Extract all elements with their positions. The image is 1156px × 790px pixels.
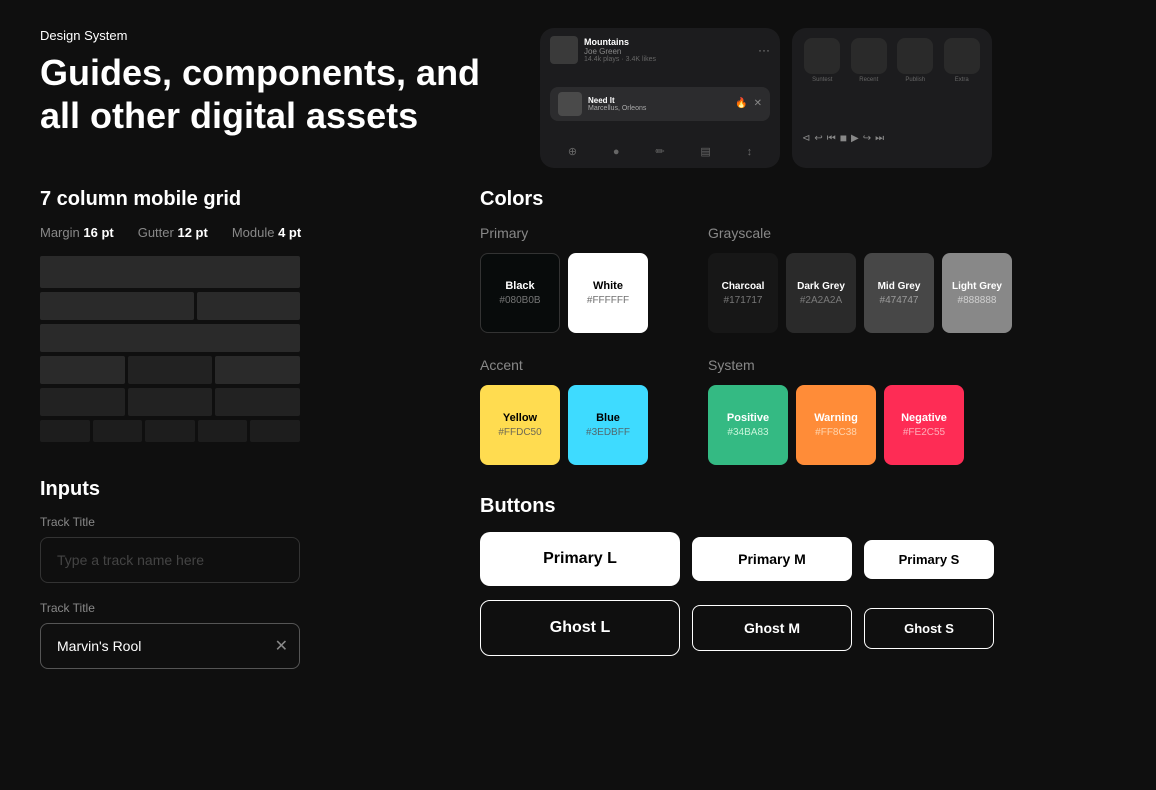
grayscale-swatches: Charcoal #171717 Dark Grey #2A2A2A Mid G… xyxy=(708,253,1012,333)
grid-screen-mockup: Suntest Recent Publish Extra ⊲ ↩ ⏮ xyxy=(792,28,992,168)
grid-section-title: 7 column mobile grid xyxy=(40,188,400,211)
colors-section-title: Colors xyxy=(480,188,1116,211)
primary-l-button[interactable]: Primary L xyxy=(480,532,680,586)
warning-swatch: Warning #FF8C38 xyxy=(796,385,876,465)
music-player-mockup: Mountains Joe Green 14.4k plays · 3.4K l… xyxy=(540,28,780,168)
primary-s-button[interactable]: Primary S xyxy=(864,540,994,579)
track-title-input-empty[interactable] xyxy=(40,537,300,583)
mid-grey-swatch: Mid Grey #474747 xyxy=(864,253,934,333)
yellow-swatch: Yellow #FFDC50 xyxy=(480,385,560,465)
track-title-input-filled[interactable] xyxy=(40,623,300,669)
buttons-section-title: Buttons xyxy=(480,495,1116,518)
track-title-label2: Track Title xyxy=(40,601,400,615)
mobile-grid-visual xyxy=(40,256,300,442)
dark-grey-swatch: Dark Grey #2A2A2A xyxy=(786,253,856,333)
positive-swatch: Positive #34BA83 xyxy=(708,385,788,465)
design-system-label: Design System xyxy=(40,28,500,43)
system-color-label: System xyxy=(708,357,1012,373)
grayscale-color-label: Grayscale xyxy=(708,225,1012,241)
accent-swatches: Yellow #FFDC50 Blue #3EDBFF xyxy=(480,385,648,465)
inputs-section-title: Inputs xyxy=(40,478,400,501)
ghost-l-button[interactable]: Ghost L xyxy=(480,600,680,656)
charcoal-swatch: Charcoal #171717 xyxy=(708,253,778,333)
black-swatch: Black #080B0B xyxy=(480,253,560,333)
ghost-buttons-row: Ghost L Ghost M Ghost S xyxy=(480,600,1116,656)
ghost-m-button[interactable]: Ghost M xyxy=(692,605,852,651)
primary-swatches: Black #080B0B White #FFFFFF xyxy=(480,253,648,333)
white-swatch: White #FFFFFF xyxy=(568,253,648,333)
light-grey-swatch: Light Grey #888888 xyxy=(942,253,1012,333)
ghost-s-button[interactable]: Ghost S xyxy=(864,608,994,649)
blue-swatch: Blue #3EDBFF xyxy=(568,385,648,465)
grid-specs: Margin 16 pt Gutter 12 pt Module 4 pt xyxy=(40,225,400,240)
buttons-grid: Primary L Primary M Primary S Ghost L Gh… xyxy=(480,532,1116,656)
track-title-group-filled: Track Title ✕ xyxy=(40,601,400,669)
clear-input-button[interactable]: ✕ xyxy=(275,636,288,656)
accent-color-label: Accent xyxy=(480,357,648,373)
main-title: Guides, components, and all other digita… xyxy=(40,51,500,137)
primary-m-button[interactable]: Primary M xyxy=(692,537,852,581)
track-title-input-wrapper: ✕ xyxy=(40,623,300,669)
system-swatches: Positive #34BA83 Warning #FF8C38 Negativ… xyxy=(708,385,1012,465)
track-title-label: Track Title xyxy=(40,515,400,529)
primary-color-label: Primary xyxy=(480,225,648,241)
negative-swatch: Negative #FE2C55 xyxy=(884,385,964,465)
primary-buttons-row: Primary L Primary M Primary S xyxy=(480,532,1116,586)
track-title-group-empty: Track Title xyxy=(40,515,400,583)
